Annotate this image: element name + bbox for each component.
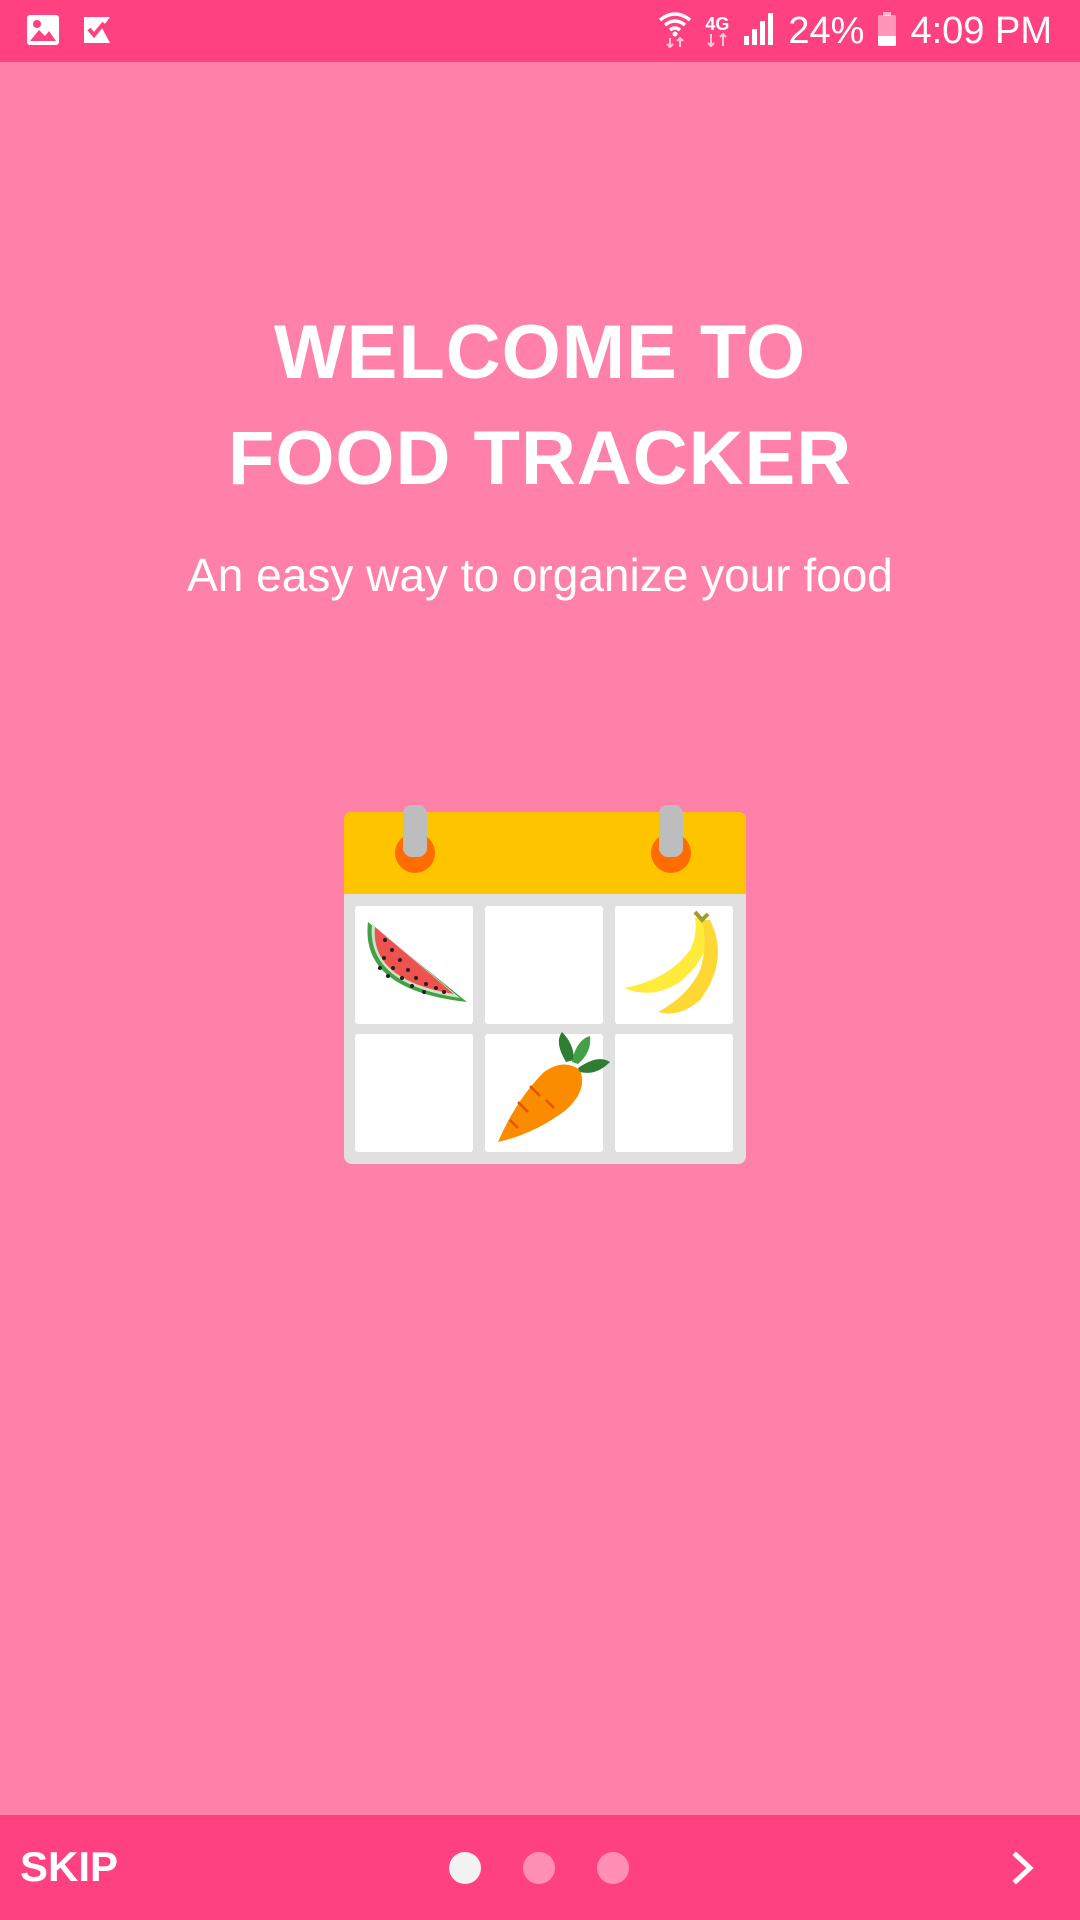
next-button[interactable] [1000, 1843, 1050, 1893]
page-dot-2[interactable] [523, 1852, 555, 1884]
page-dot-3[interactable] [597, 1852, 629, 1884]
status-left-icons [26, 14, 112, 51]
wifi-icon [658, 10, 692, 53]
calendar-food-illustration [340, 800, 746, 1170]
status-bar: 4G 24% 4:09 PM [0, 0, 1080, 62]
signal-icon [742, 12, 776, 51]
network-4g-icon: 4G [704, 15, 730, 47]
page-title: WELCOME TO FOOD TRACKER [0, 300, 1080, 512]
page-indicator [449, 1852, 629, 1884]
page-dot-1[interactable] [449, 1852, 481, 1884]
chevron-right-icon [1012, 1851, 1034, 1885]
network-label: 4G [705, 14, 730, 34]
status-right-icons: 4G 24% 4:09 PM [658, 6, 1052, 56]
skip-button[interactable]: SKIP [20, 1843, 118, 1891]
onboarding-screen: 4G 24% 4:09 PM WELCOME TO FOOD TRACKER A… [0, 0, 1080, 1920]
onboarding-nav-bar: SKIP [0, 1815, 1080, 1920]
page-subtitle: An easy way to organize your food [187, 549, 893, 601]
image-icon [26, 14, 60, 51]
title-line-1: WELCOME TO [273, 310, 807, 395]
clock: 4:09 PM [910, 9, 1052, 52]
battery-icon [876, 11, 898, 52]
battery-percent: 24% [788, 9, 865, 52]
title-line-2: FOOD TRACKER [227, 416, 853, 501]
check-flag-icon [82, 14, 112, 51]
